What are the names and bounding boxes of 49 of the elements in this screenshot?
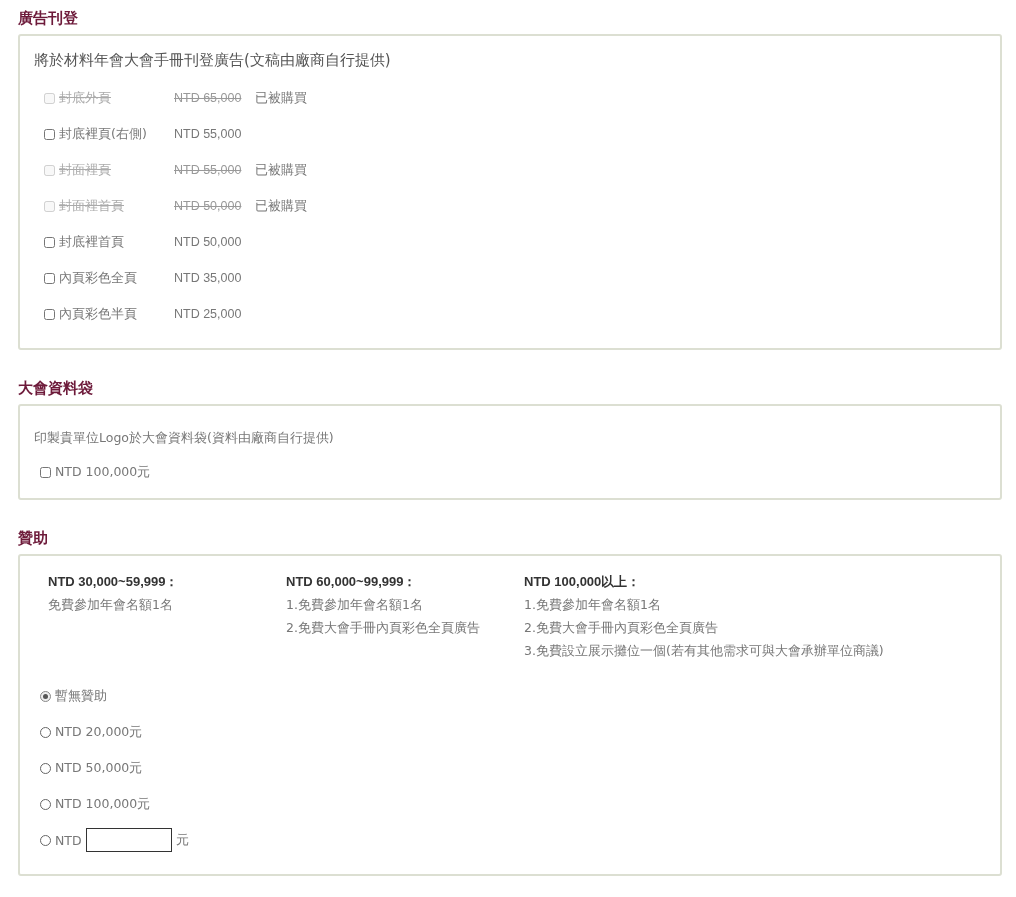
radio-button[interactable] <box>40 690 51 702</box>
unit-text: 元 <box>175 831 189 849</box>
section-heading: 贊助 <box>18 528 49 548</box>
price-text: NTD 55,000 <box>174 163 243 177</box>
radio-button[interactable] <box>40 762 51 774</box>
option-label: NTD 100,000元 <box>55 463 151 481</box>
benefit-text: 免費參加年會名額1名 <box>48 596 174 614</box>
checkbox[interactable] <box>44 308 55 320</box>
option-label: NTD 100,000元 <box>55 795 151 813</box>
price-text: NTD 50,000 <box>174 199 243 213</box>
section-description: 將於材料年會大會手冊刊登廣告(文稿由廠商自行提供) <box>34 50 392 70</box>
tier-heading: NTD 30,000~59,999： <box>48 573 180 591</box>
tier-heading: NTD 60,000~99,999： <box>286 573 418 591</box>
benefit-text: 1.免費參加年會名額1名 <box>286 596 424 614</box>
checkbox[interactable] <box>44 272 55 284</box>
price-text: NTD 25,000 <box>174 307 243 321</box>
radio-button[interactable] <box>40 726 51 738</box>
checkbox[interactable] <box>44 236 55 248</box>
price-text: NTD 55,000 <box>174 127 243 141</box>
option-label: NTD 20,000元 <box>55 723 143 741</box>
benefit-text: 2.免費大會手冊內頁彩色全頁廣告 <box>286 619 481 637</box>
status-text: 已被購買 <box>255 161 307 179</box>
amount-field[interactable] <box>85 828 172 852</box>
option-label: NTD 50,000元 <box>55 759 143 777</box>
option-label: 封底外頁 <box>59 89 111 107</box>
section-heading: 廣告刊登 <box>18 8 79 28</box>
radio-button[interactable] <box>40 834 51 846</box>
checkbox[interactable] <box>44 128 55 140</box>
benefit-text: 1.免費參加年會名額1名 <box>524 596 662 614</box>
radio-button[interactable] <box>40 798 51 810</box>
option-label: 暫無贊助 <box>55 687 107 705</box>
section-description: 印製貴單位Logo於大會資料袋(資料由廠商自行提供) <box>34 429 335 447</box>
checkbox[interactable] <box>40 466 51 478</box>
option-label: NTD <box>55 832 82 848</box>
option-label: 內頁彩色半頁 <box>59 305 137 323</box>
price-text: NTD 50,000 <box>174 235 243 249</box>
option-label: 封底裡頁(右側) <box>59 125 147 143</box>
option-label: 內頁彩色全頁 <box>59 269 137 287</box>
tier-heading: NTD 100,000以上： <box>524 573 642 591</box>
status-text: 已被購買 <box>255 197 307 215</box>
benefit-text: 3.免費設立展示攤位一個(若有其他需求可與大會承辦單位商議) <box>524 642 884 660</box>
section-heading: 大會資料袋 <box>18 378 94 398</box>
option-label: 封底裡首頁 <box>59 233 124 251</box>
option-label: 封面裡首頁 <box>59 197 124 215</box>
price-text: NTD 65,000 <box>174 91 243 105</box>
price-text: NTD 35,000 <box>174 271 243 285</box>
status-text: 已被購買 <box>255 89 307 107</box>
benefit-text: 2.免費大會手冊內頁彩色全頁廣告 <box>524 619 719 637</box>
option-label: 封面裡頁 <box>59 161 111 179</box>
